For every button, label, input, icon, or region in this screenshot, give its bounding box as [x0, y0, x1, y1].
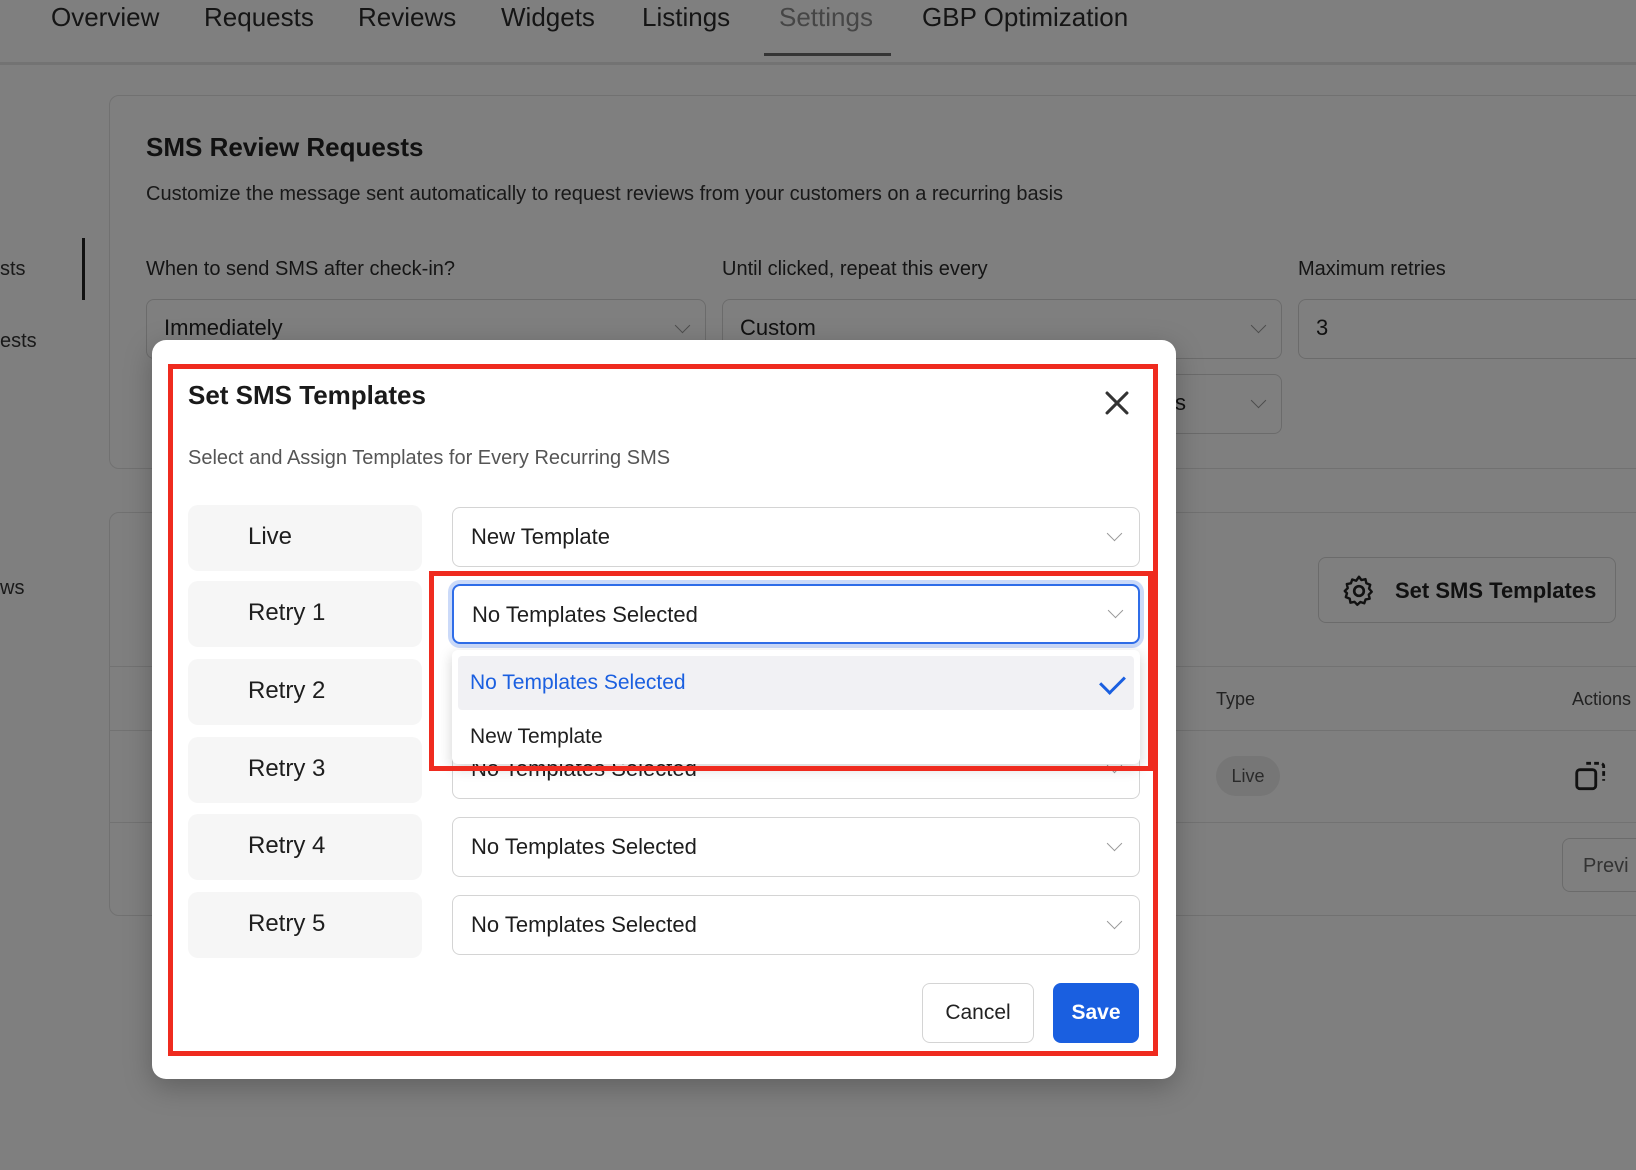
highlight-box-dropdown: [429, 571, 1153, 771]
